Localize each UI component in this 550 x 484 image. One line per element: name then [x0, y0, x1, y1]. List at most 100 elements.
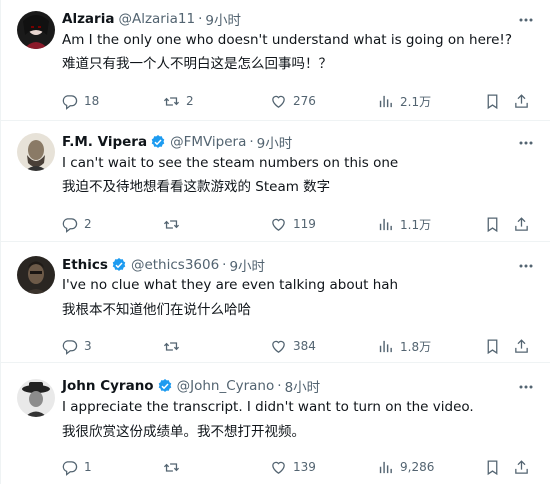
reply-count: 1	[84, 460, 92, 474]
timestamp[interactable]: 8小时	[285, 376, 321, 396]
tweet-header: Alzaria @Alzaria11 · 9小时	[62, 9, 241, 29]
more-icon[interactable]	[517, 11, 535, 29]
reply-feed: Alzaria @Alzaria11 · 9小时 Am I the only o…	[0, 0, 550, 484]
timestamp[interactable]: 9小时	[257, 132, 293, 152]
retweet-icon	[163, 462, 180, 472]
tweet[interactable]: Ethics @ethics3606 · 9小时 I've no clue wh…	[1, 242, 550, 363]
reply-button[interactable]: 3	[61, 335, 92, 357]
like-button[interactable]: 139	[270, 456, 316, 478]
tweet-header: John Cyrano @John_Cyrano · 8小时	[62, 376, 320, 396]
user-handle[interactable]: @Alzaria11	[118, 11, 195, 27]
user-handle[interactable]: @FMVipera	[170, 134, 246, 150]
bookmark-icon	[487, 93, 498, 109]
views-icon	[379, 95, 392, 107]
tweet-text-original: I appreciate the transcript. I didn't wa…	[62, 399, 474, 415]
separator-dot: ·	[222, 257, 227, 273]
views-icon	[379, 461, 392, 473]
reply-icon	[62, 94, 78, 110]
tweet[interactable]: John Cyrano @John_Cyrano · 8小时 I appreci…	[1, 363, 550, 484]
views-icon	[379, 340, 392, 352]
reply-count: 3	[84, 339, 92, 353]
reply-button[interactable]: 1	[61, 456, 92, 478]
views-count: 1.8万	[400, 339, 432, 354]
bookmark-button[interactable]	[484, 456, 501, 478]
bookmark-icon	[487, 459, 498, 475]
share-button[interactable]	[513, 456, 530, 478]
reply-button[interactable]: 18	[61, 90, 99, 112]
verified-badge-icon	[150, 134, 166, 150]
more-icon[interactable]	[517, 257, 535, 275]
reply-count: 18	[84, 94, 100, 108]
reply-count: 2	[84, 217, 92, 231]
verified-badge-icon	[111, 257, 127, 273]
share-icon	[515, 216, 528, 231]
share-button[interactable]	[513, 335, 530, 357]
like-count: 276	[293, 94, 316, 108]
avatar[interactable]	[17, 133, 55, 171]
share-icon	[515, 338, 528, 353]
bookmark-button[interactable]	[484, 213, 501, 235]
reply-icon	[62, 339, 78, 355]
views-count: 2.1万	[400, 94, 432, 109]
reply-icon	[62, 217, 78, 233]
timestamp[interactable]: 9小时	[229, 255, 265, 275]
separator-dot: ·	[249, 134, 254, 150]
retweet-button[interactable]	[163, 456, 186, 478]
display-name[interactable]: John Cyrano	[62, 378, 154, 394]
reply-button[interactable]: 2	[61, 213, 92, 235]
separator-dot: ·	[277, 378, 282, 394]
more-icon[interactable]	[517, 134, 535, 152]
share-button[interactable]	[513, 213, 530, 235]
retweet-icon	[163, 219, 180, 229]
retweet-button[interactable]: 2	[163, 90, 194, 112]
retweet-count: 2	[186, 94, 194, 108]
avatar[interactable]	[17, 379, 55, 417]
tweet-text-translation: 难道只有我一个人不明白这是怎么回事吗！？	[62, 56, 332, 72]
display-name[interactable]: Alzaria	[62, 11, 114, 27]
retweet-icon	[163, 341, 180, 351]
tweet-actions: 1 139 9,286	[55, 456, 535, 478]
views-count: 9,286	[400, 460, 435, 474]
user-handle[interactable]: @ethics3606	[131, 257, 219, 273]
tweet-header: F.M. Vipera @FMVipera · 9小时	[62, 132, 292, 152]
retweet-icon	[163, 96, 180, 106]
like-icon	[272, 218, 285, 231]
tweet-text-translation: 我迫不及待地想看看这款游戏的 Steam 数字	[62, 179, 331, 195]
bookmark-button[interactable]	[484, 90, 501, 112]
views-button[interactable]: 9,286	[377, 456, 434, 478]
bookmark-icon	[487, 338, 498, 354]
views-button[interactable]: 1.8万	[377, 335, 431, 357]
tweet-text-original: Am I the only one who doesn't understand…	[62, 32, 513, 48]
views-button[interactable]: 1.1万	[377, 213, 431, 235]
timestamp[interactable]: 9小时	[205, 9, 241, 29]
like-icon	[272, 340, 285, 353]
tweet-text-translation: 我很欣赏这份成绩单。我不想打开视频。	[62, 424, 305, 440]
like-button[interactable]: 119	[270, 213, 316, 235]
tweet-text-original: I can't wait to see the steam numbers on…	[62, 155, 399, 171]
like-icon	[272, 95, 285, 108]
bookmark-button[interactable]	[484, 335, 501, 357]
tweet[interactable]: Alzaria @Alzaria11 · 9小时 Am I the only o…	[1, 0, 550, 121]
share-button[interactable]	[513, 90, 530, 112]
views-button[interactable]: 2.1万	[377, 90, 431, 112]
like-icon	[272, 461, 285, 474]
avatar[interactable]	[17, 256, 55, 294]
tweet-text-original: I've no clue what they are even talking …	[62, 277, 399, 293]
like-button[interactable]: 384	[270, 335, 316, 357]
tweet[interactable]: F.M. Vipera @FMVipera · 9小时 I can't wait…	[1, 121, 550, 242]
retweet-button[interactable]	[163, 335, 186, 357]
more-icon[interactable]	[517, 378, 535, 396]
views-icon	[379, 218, 392, 230]
separator-dot: ·	[198, 11, 203, 27]
retweet-button[interactable]	[163, 213, 186, 235]
display-name[interactable]: F.M. Vipera	[62, 134, 147, 150]
tweet-actions: 3 384 1.8万	[55, 335, 535, 357]
like-count: 384	[293, 339, 316, 353]
user-handle[interactable]: @John_Cyrano	[177, 378, 275, 394]
avatar[interactable]	[17, 11, 55, 49]
tweet-text-translation: 我根本不知道他们在说什么哈哈	[62, 302, 251, 318]
display-name[interactable]: Ethics	[62, 257, 108, 273]
like-button[interactable]: 276	[270, 90, 316, 112]
views-count: 1.1万	[400, 217, 432, 232]
tweet-actions: 18 2 276 2.1万	[55, 90, 535, 112]
